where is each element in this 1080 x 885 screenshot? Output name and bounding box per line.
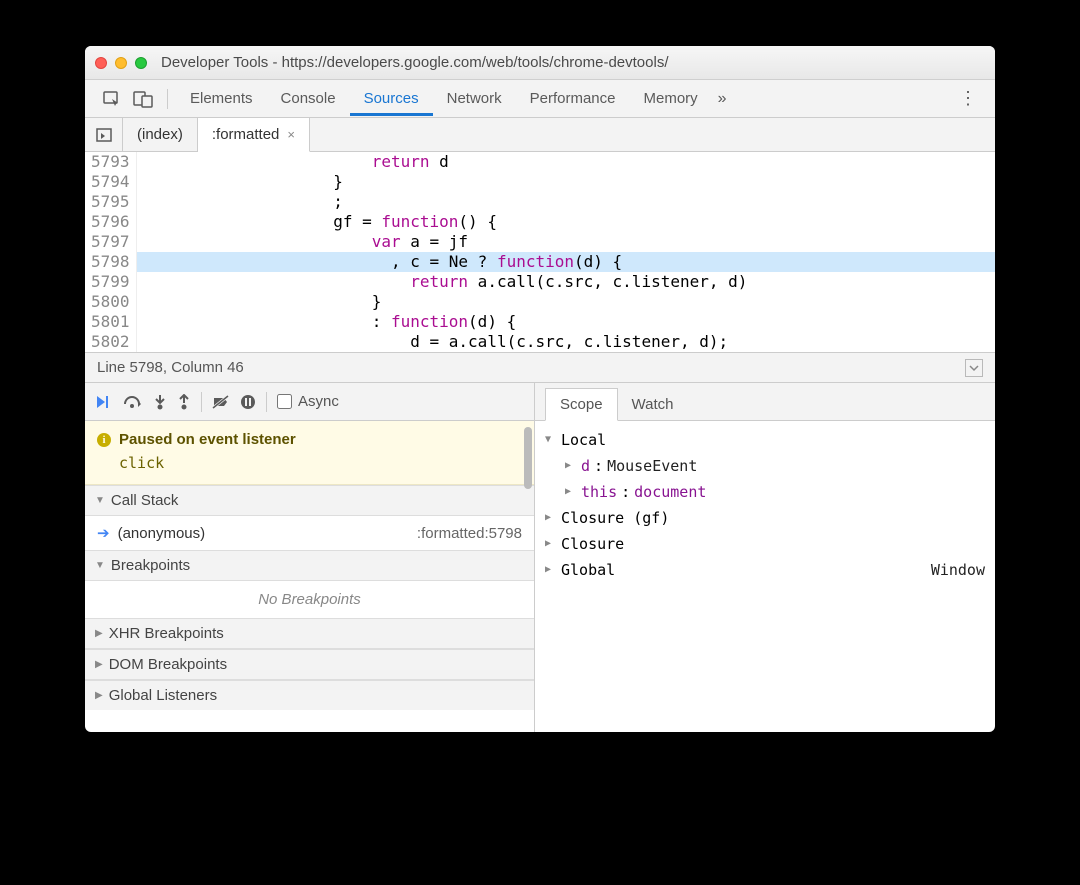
status-bar: Line 5798, Column 46 [85, 352, 995, 382]
scope-global[interactable]: ▶GlobalWindow [545, 557, 985, 583]
scope-tabs: Scope Watch [535, 383, 995, 421]
minimize-window-icon[interactable] [115, 57, 127, 69]
stack-frame[interactable]: ➔(anonymous) :formatted:5798 [85, 516, 534, 550]
kebab-menu-icon[interactable]: ⋮ [953, 84, 983, 113]
step-into-icon[interactable] [153, 394, 167, 410]
section-global-listeners[interactable]: ▶Global Listeners [85, 680, 534, 710]
debugger-toolbar: Async [85, 383, 534, 421]
file-tab-label: :formatted [212, 126, 280, 143]
resume-icon[interactable] [95, 394, 113, 410]
info-icon: i [97, 433, 111, 447]
scope-var-d[interactable]: ▶d: MouseEvent [545, 453, 985, 479]
more-tabs-icon[interactable]: » [712, 86, 733, 112]
debugger-left: Async i Paused on event listener click ▼C… [85, 383, 535, 732]
devtools-window: Developer Tools - https://developers.goo… [85, 46, 995, 732]
file-tab-label: (index) [137, 126, 183, 143]
scrollbar-thumb[interactable] [524, 427, 532, 489]
cursor-position: Line 5798, Column 46 [97, 359, 244, 376]
tab-network[interactable]: Network [433, 82, 516, 115]
tab-console[interactable]: Console [267, 82, 350, 115]
deactivate-bp-icon[interactable] [212, 394, 230, 410]
section-xhr-bp[interactable]: ▶XHR Breakpoints [85, 618, 534, 649]
window-title: Developer Tools - https://developers.goo… [161, 54, 669, 71]
paused-banner: i Paused on event listener click [85, 421, 534, 485]
navigator-toggle-icon[interactable] [85, 118, 123, 151]
titlebar: Developer Tools - https://developers.goo… [85, 46, 995, 80]
step-out-icon[interactable] [177, 394, 191, 410]
tab-performance[interactable]: Performance [516, 82, 630, 115]
file-tab-formatted[interactable]: :formatted × [198, 118, 310, 152]
code-editor[interactable]: 5793579457955796579757985799580058015802… [85, 152, 995, 352]
scope-var-this[interactable]: ▶this: document [545, 479, 985, 505]
tab-scope[interactable]: Scope [545, 388, 618, 421]
code-lines[interactable]: return d } ; gf = function() { var a = j… [137, 152, 995, 352]
step-over-icon[interactable] [123, 394, 143, 410]
scope-closure[interactable]: ▶Closure [545, 531, 985, 557]
device-mode-icon[interactable] [127, 86, 159, 112]
debugger-pane: Async i Paused on event listener click ▼C… [85, 382, 995, 732]
async-checkbox-input[interactable] [277, 394, 292, 409]
tab-sources[interactable]: Sources [350, 82, 433, 116]
section-breakpoints[interactable]: ▼Breakpoints [85, 550, 534, 581]
file-tabs: (index) :formatted × [85, 118, 995, 152]
paused-event: click [97, 448, 522, 472]
file-tab-index[interactable]: (index) [123, 118, 198, 151]
scope-local[interactable]: ▼Local [545, 427, 985, 453]
scope-closure-gf[interactable]: ▶Closure (gf) [545, 505, 985, 531]
debugger-right: Scope Watch ▼Local ▶d: MouseEvent ▶this:… [535, 383, 995, 732]
console-drawer-icon[interactable] [965, 359, 983, 377]
inspect-icon[interactable] [97, 86, 127, 112]
tab-elements[interactable]: Elements [176, 82, 267, 115]
paused-title: Paused on event listener [119, 431, 296, 448]
tab-memory[interactable]: Memory [630, 82, 712, 115]
line-gutter: 5793579457955796579757985799580058015802 [85, 152, 137, 352]
close-window-icon[interactable] [95, 57, 107, 69]
async-checkbox[interactable]: Async [277, 393, 339, 410]
main-tabs: Elements Console Sources Network Perform… [85, 80, 995, 118]
pause-exceptions-icon[interactable] [240, 394, 256, 410]
section-call-stack[interactable]: ▼Call Stack [85, 485, 534, 516]
scope-body: ▼Local ▶d: MouseEvent ▶this: document ▶C… [535, 421, 995, 732]
tab-watch[interactable]: Watch [618, 389, 688, 420]
zoom-window-icon[interactable] [135, 57, 147, 69]
close-icon[interactable]: × [287, 127, 295, 142]
section-dom-bp[interactable]: ▶DOM Breakpoints [85, 649, 534, 680]
breakpoints-empty: No Breakpoints [85, 581, 534, 618]
traffic-lights [95, 57, 147, 69]
